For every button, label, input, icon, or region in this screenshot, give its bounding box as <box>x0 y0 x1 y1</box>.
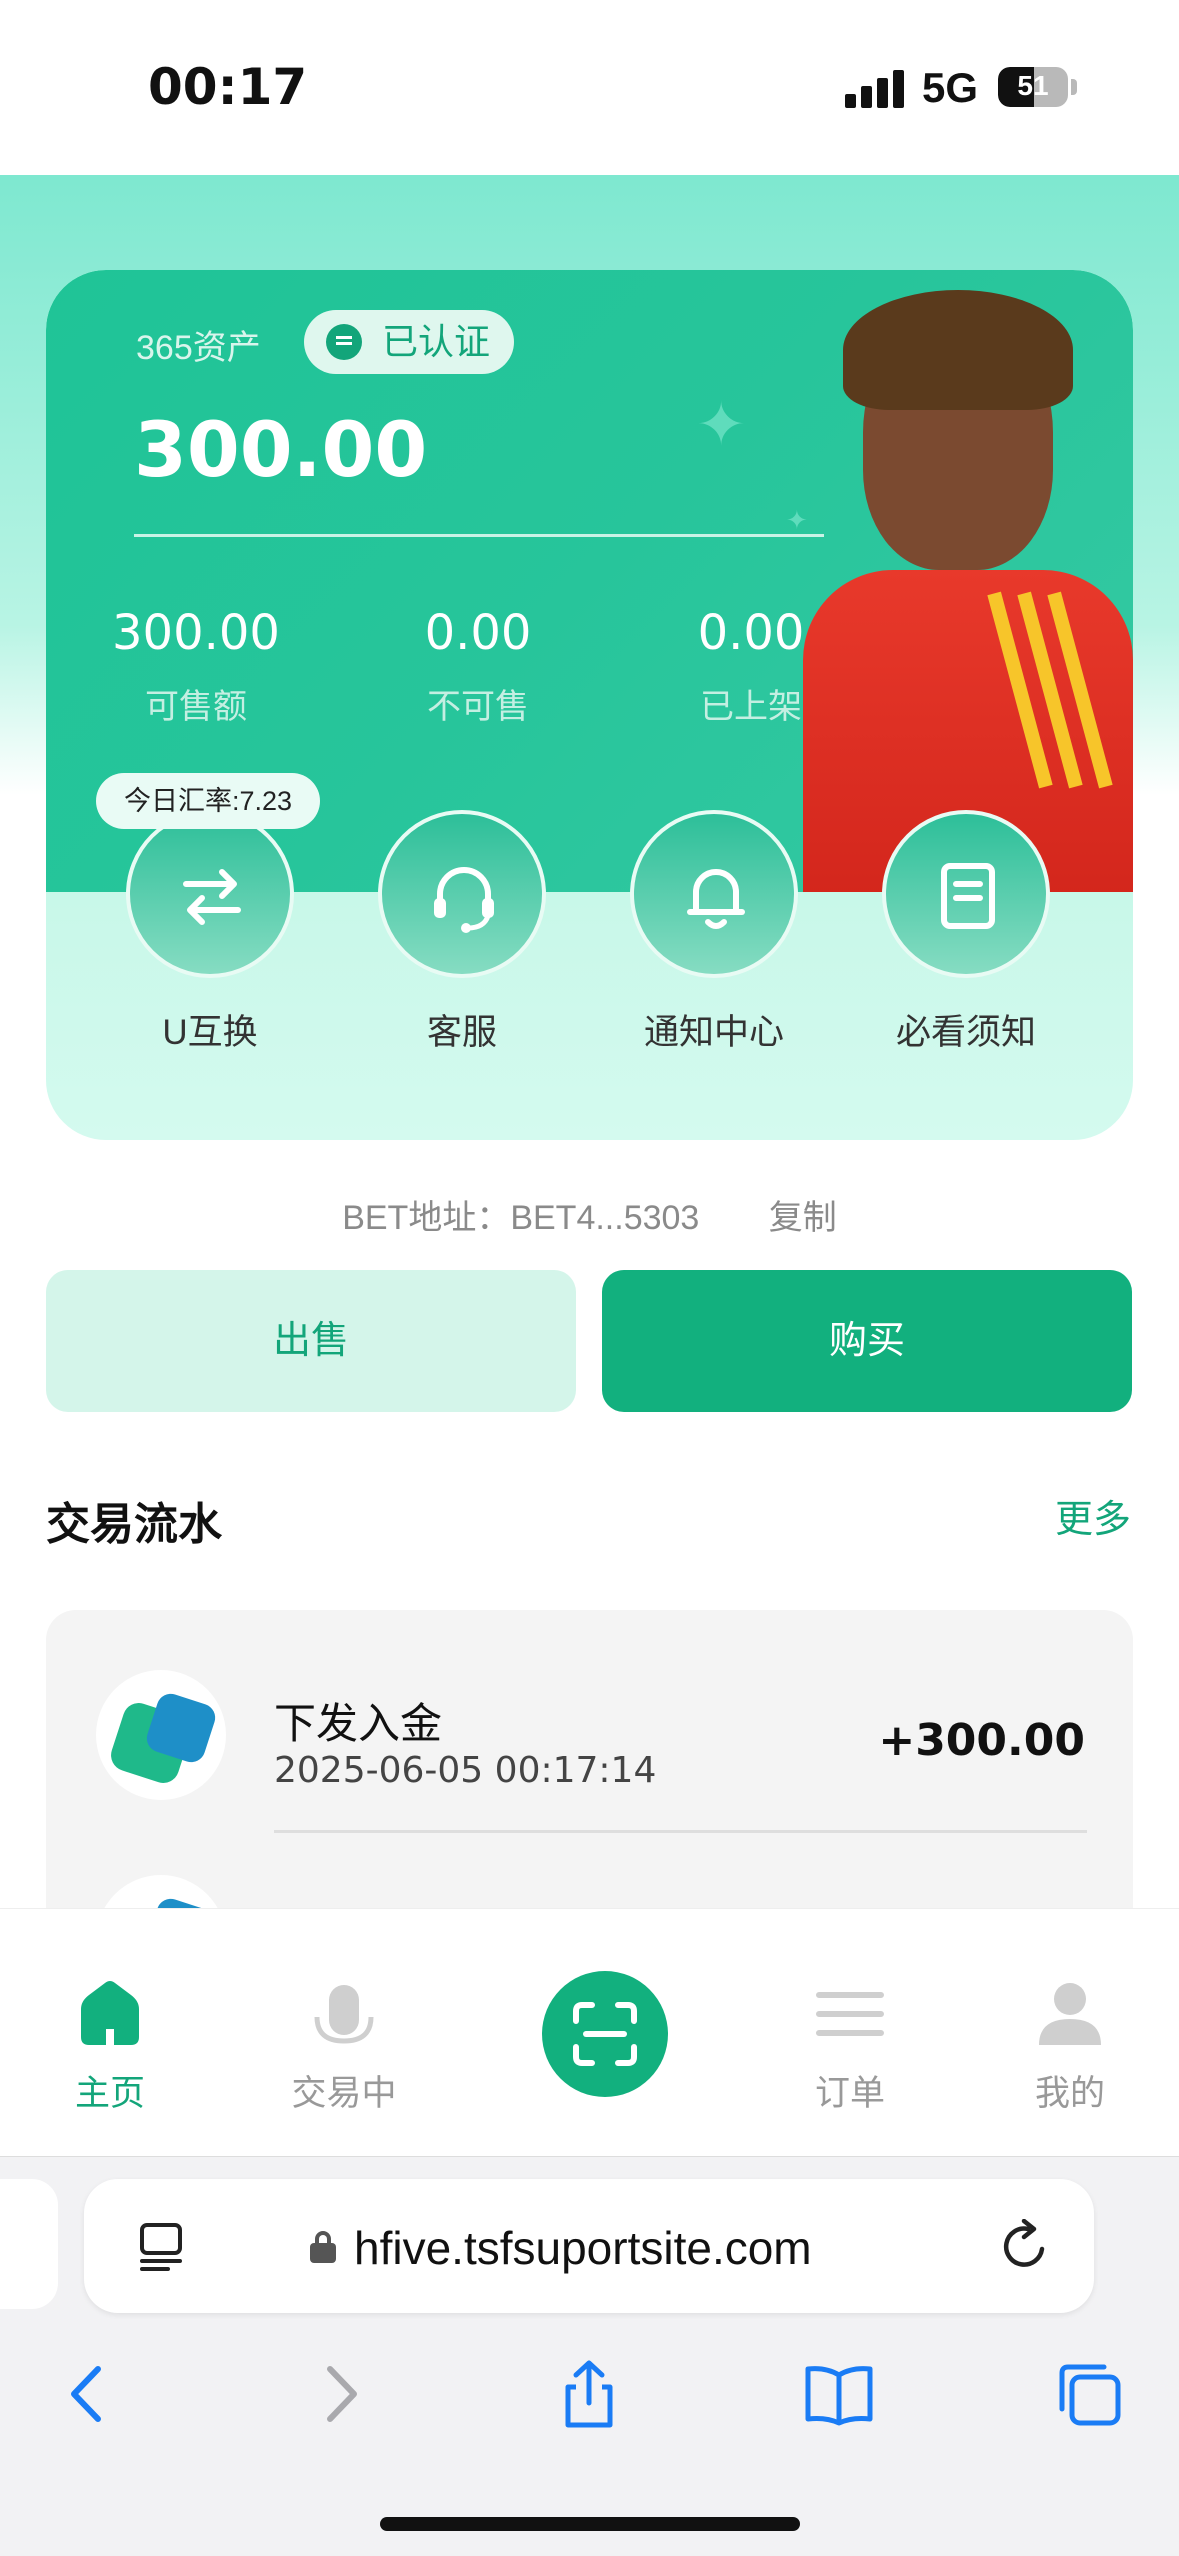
document-icon <box>882 810 1050 978</box>
trading-icon <box>309 1979 379 2049</box>
url-text: hfive.tsfsuportsite.com <box>354 2222 812 2274</box>
bookmarks-icon[interactable] <box>804 2359 874 2429</box>
nav-label: 主页 <box>74 2074 145 2113</box>
stat-value: 0.00 <box>424 605 532 661</box>
id-card-icon <box>326 324 362 360</box>
transaction-list: 下发入金 2025-06-05 00:17:14 +300.00 <box>46 1610 1133 1910</box>
share-icon[interactable] <box>554 2359 624 2429</box>
transaction-title: 下发入金 <box>274 1700 443 1747</box>
sparkle-icon: ✦ <box>696 391 747 458</box>
transactions-title: 交易流水 <box>46 1500 222 1549</box>
nav-label: 我的 <box>1034 2074 1105 2113</box>
verified-badge: 已认证 <box>304 310 515 374</box>
transaction-date: 2025-06-05 00:17:14 <box>274 1750 657 1791</box>
nav-label: 订单 <box>814 2074 885 2113</box>
bell-icon <box>630 810 798 978</box>
action-label: 必看须知 <box>895 1013 1036 1052</box>
asset-card: ✦ ✦ 365资产 已认证 300.00 300.00 可售额 0.00 不可售… <box>46 270 1133 1140</box>
lock-icon <box>310 2231 336 2263</box>
action-label: U互换 <box>162 1013 258 1052</box>
asset-label: 365资产 <box>136 329 261 367</box>
bottom-nav: 主页 交易中 订单 我的 <box>0 1908 1179 2156</box>
signal-icon <box>845 68 905 108</box>
reader-icon[interactable] <box>136 2221 186 2273</box>
back-icon[interactable] <box>52 2359 122 2429</box>
asset-balance: 300.00 <box>134 405 428 494</box>
exchange-rate-pill: 今日汇率:7.23 <box>96 773 321 829</box>
list-icon <box>815 1979 885 2049</box>
reload-icon[interactable] <box>998 2218 1052 2273</box>
network-label: 5G <box>922 64 979 111</box>
action-u-swap[interactable]: U互换 <box>110 810 310 1055</box>
home-icon <box>75 1979 145 2049</box>
copy-button[interactable]: 复制 <box>769 1199 837 1237</box>
nav-profile[interactable]: 我的 <box>990 1979 1150 2116</box>
nav-trading[interactable]: 交易中 <box>264 1979 424 2116</box>
divider <box>134 534 824 537</box>
action-must-read[interactable]: 必看须知 <box>866 810 1066 1055</box>
action-customer-service[interactable]: 客服 <box>362 810 562 1055</box>
previous-tab[interactable] <box>0 2179 58 2309</box>
app-logo-icon <box>96 1875 226 1910</box>
swap-icon <box>126 810 294 978</box>
scan-button[interactable] <box>542 1971 668 2097</box>
stat-sellable: 300.00 可售额 <box>76 605 316 728</box>
home-indicator <box>380 2517 800 2531</box>
nav-orders[interactable]: 订单 <box>770 1979 930 2116</box>
battery-percent: 51 <box>1017 70 1049 101</box>
action-label: 客服 <box>426 1013 497 1052</box>
tabs-icon[interactable] <box>1054 2359 1124 2429</box>
verified-text: 已认证 <box>382 321 491 362</box>
status-time: 00:17 <box>148 58 308 116</box>
status-bar: 00:17 5G 51 <box>0 0 1179 175</box>
headset-icon <box>378 810 546 978</box>
bet-address: BET地址：BET4...5303 <box>342 1199 700 1237</box>
forward-icon[interactable] <box>306 2359 376 2429</box>
battery-icon: 51 <box>998 67 1068 107</box>
stat-unsellable: 0.00 不可售 <box>358 605 598 728</box>
app-logo-icon <box>96 1670 226 1800</box>
stat-value: 300.00 <box>112 605 280 661</box>
nav-home[interactable]: 主页 <box>30 1979 190 2116</box>
sell-button[interactable]: 出售 <box>46 1270 576 1412</box>
divider <box>274 1830 1087 1833</box>
transaction-amount: +300.00 <box>878 1715 1085 1766</box>
action-notification-center[interactable]: 通知中心 <box>614 810 814 1055</box>
bet-address-row: BET地址：BET4...5303 复制 <box>0 1190 1179 1239</box>
address-bar[interactable]: hfive.tsfsuportsite.com <box>84 2179 1094 2313</box>
user-icon <box>1035 1979 1105 2049</box>
nav-label: 交易中 <box>291 2074 397 2113</box>
player-photo <box>803 270 1133 892</box>
stat-label: 不可售 <box>427 688 529 726</box>
browser-toolbar: hfive.tsfsuportsite.com <box>0 2156 1179 2556</box>
action-label: 通知中心 <box>643 1013 784 1052</box>
buy-button[interactable]: 购买 <box>602 1270 1132 1412</box>
stat-label: 可售额 <box>145 688 247 726</box>
scan-icon <box>573 2002 637 2066</box>
more-link[interactable]: 更多 <box>1055 1488 1131 1543</box>
battery-tip <box>1071 79 1077 95</box>
